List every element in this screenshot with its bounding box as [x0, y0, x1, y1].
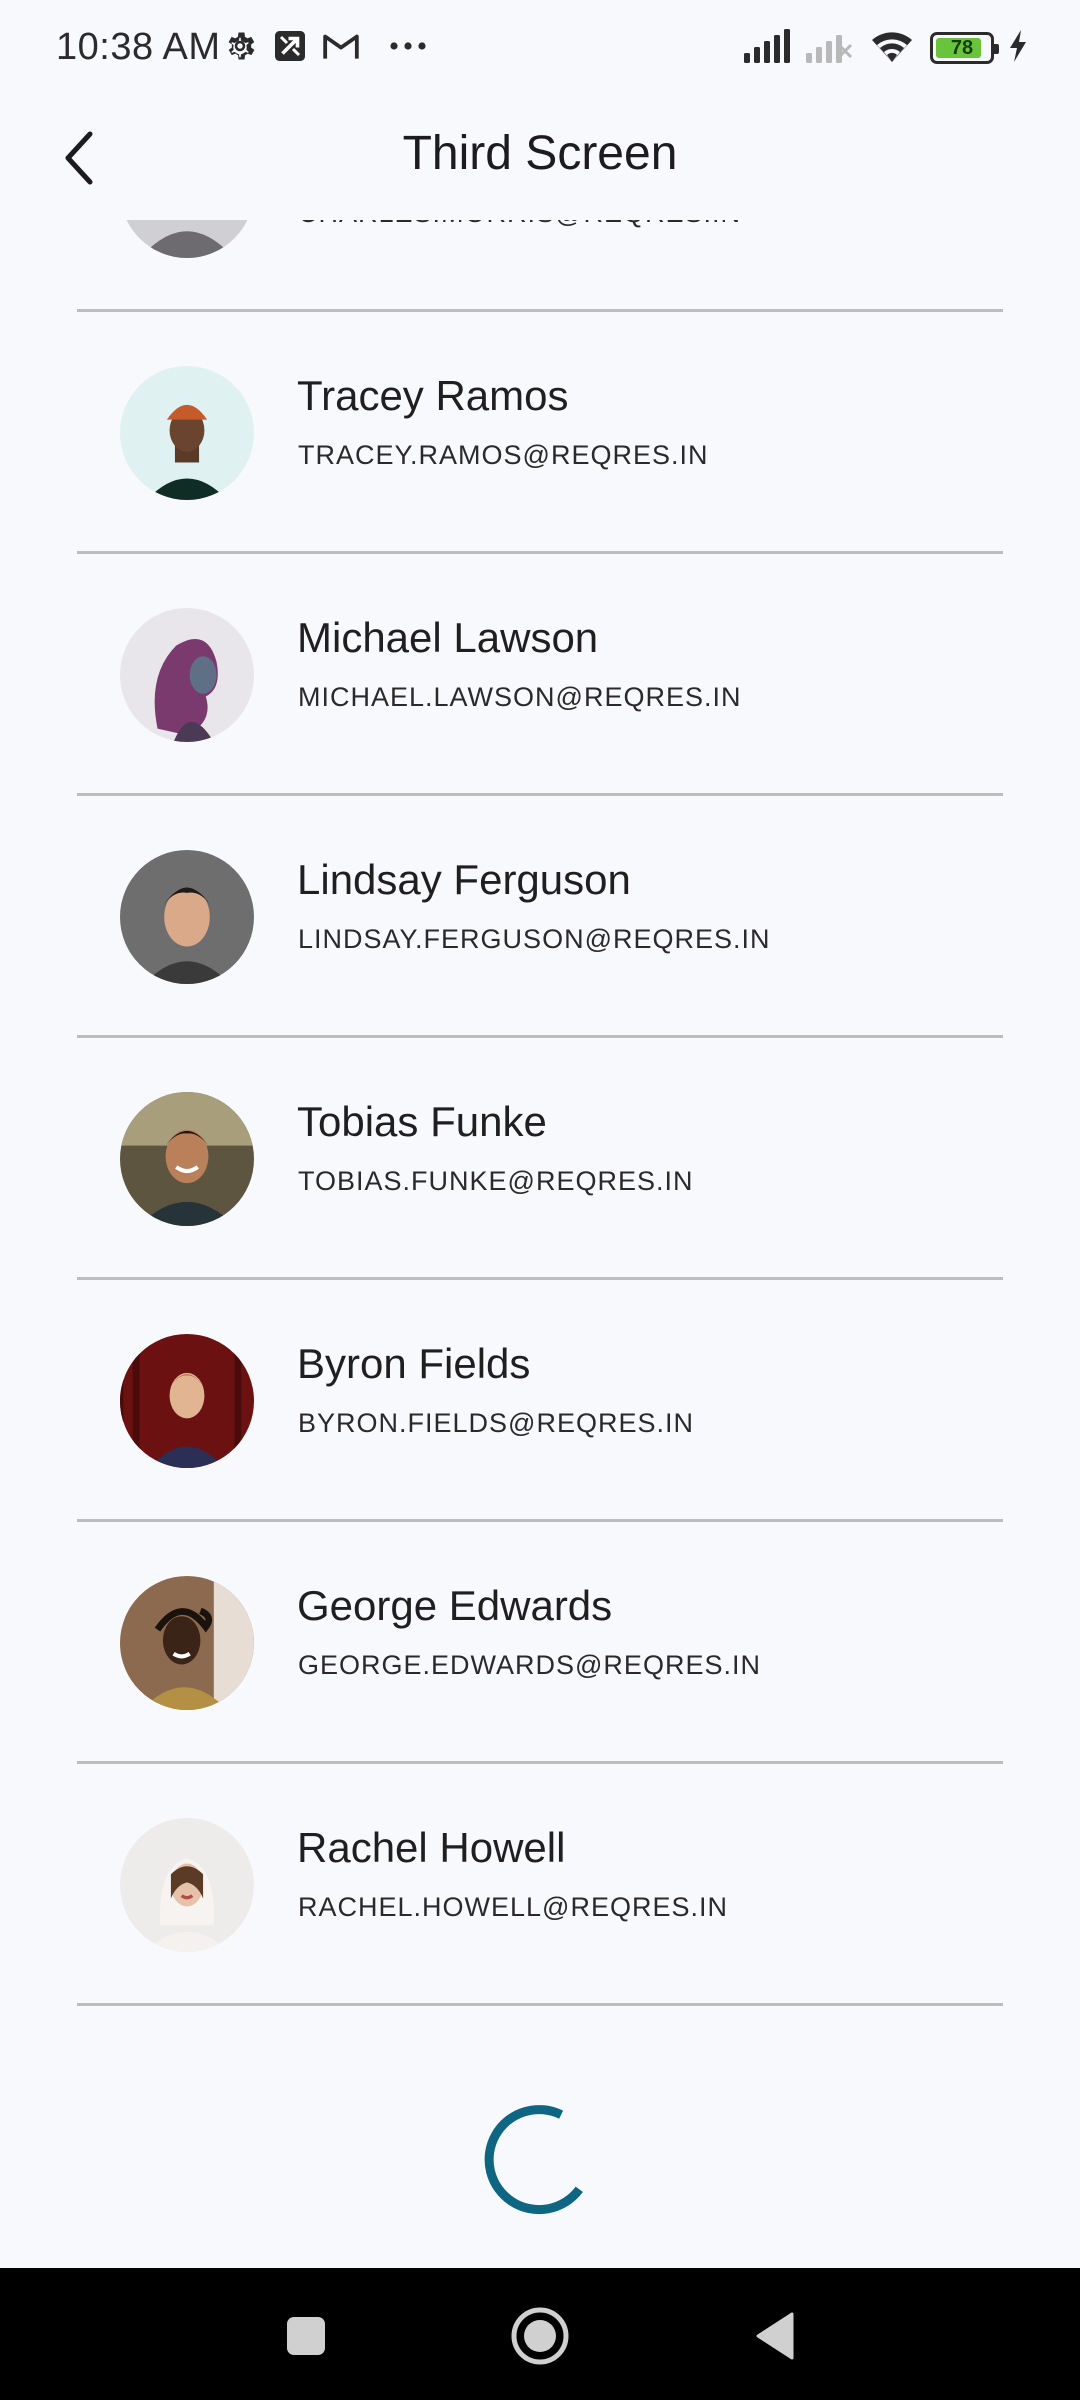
user-name: Rachel Howell: [297, 1824, 566, 1871]
wifi-icon: [868, 28, 916, 69]
user-row[interactable]: Byron Fields BYRON.FIELDS@REQRES.IN: [0, 1280, 1080, 1522]
user-name: Tobias Funke: [297, 1098, 547, 1145]
user-email: LINDSAY.FERGUSON@REQRES.IN: [298, 924, 771, 954]
signal-off-icon: [806, 29, 854, 68]
loading-spinner-icon: [484, 2105, 583, 2215]
user-email: TOBIAS.FUNKE@REQRES.IN: [298, 1166, 694, 1196]
page-title: Third Screen: [402, 127, 678, 180]
status-icons-right: 78: [744, 26, 1028, 70]
status-bar: 10:38 AM 78: [0, 0, 1080, 96]
screen: 10:38 AM 78 Third Screen Tracey Ramos TR…: [0, 0, 1080, 2400]
gmail-icon: [322, 30, 360, 67]
user-avatar: [120, 1092, 254, 1226]
battery-icon: 78: [930, 32, 999, 64]
recents-square-icon: [287, 2317, 325, 2355]
battery-level: 78: [950, 36, 974, 59]
system-nav-bar: [0, 2268, 1080, 2400]
user-email: MICHAEL.LAWSON@REQRES.IN: [298, 682, 742, 712]
user-avatar: [120, 1576, 254, 1710]
user-row[interactable]: Rachel Howell RACHEL.HOWELL@REQRES.IN: [0, 1764, 1080, 2006]
user-list-inner: CHARLES.MORRIS@REQRES.IN Tracey Ramos TR…: [0, 220, 1080, 2006]
user-name: Michael Lawson: [297, 614, 599, 661]
user-name: Tracey Ramos: [297, 372, 569, 419]
home-circle-icon: [511, 2307, 569, 2365]
user-avatar: [120, 1818, 254, 1952]
user-row[interactable]: Michael Lawson MICHAEL.LAWSON@REQRES.IN: [0, 554, 1080, 796]
user-avatar: [120, 220, 254, 258]
user-row[interactable]: CHARLES.MORRIS@REQRES.IN: [0, 220, 1080, 312]
user-email: RACHEL.HOWELL@REQRES.IN: [298, 1892, 728, 1922]
more-dots-icon: [388, 39, 428, 57]
cast-icon: [272, 28, 308, 69]
status-icons-left: [222, 28, 428, 68]
nav-back-button[interactable]: [734, 2296, 814, 2376]
back-triangle-icon: [756, 2312, 794, 2360]
user-avatar: [120, 608, 254, 742]
row-divider: [77, 2003, 1003, 2006]
user-name: Byron Fields: [297, 1340, 531, 1387]
user-email: BYRON.FIELDS@REQRES.IN: [298, 1408, 694, 1438]
user-email: CHARLES.MORRIS@REQRES.IN: [298, 220, 741, 229]
user-avatar: [120, 1334, 254, 1468]
recents-button[interactable]: [266, 2296, 346, 2376]
app-bar: Third Screen: [0, 96, 1080, 220]
settings-gear-icon: [222, 28, 258, 69]
charging-bolt-icon: [1008, 29, 1028, 67]
user-list[interactable]: CHARLES.MORRIS@REQRES.IN Tracey Ramos TR…: [0, 220, 1080, 2268]
user-avatar: [120, 366, 254, 500]
user-email: GEORGE.EDWARDS@REQRES.IN: [298, 1650, 761, 1680]
user-row[interactable]: George Edwards GEORGE.EDWARDS@REQRES.IN: [0, 1522, 1080, 1764]
home-button[interactable]: [500, 2296, 580, 2376]
battery-cap: [994, 44, 999, 54]
status-time: 10:38 AM: [56, 26, 221, 68]
user-row[interactable]: Lindsay Ferguson LINDSAY.FERGUSON@REQRES…: [0, 796, 1080, 1038]
user-row[interactable]: Tracey Ramos TRACEY.RAMOS@REQRES.IN: [0, 312, 1080, 554]
user-row[interactable]: Tobias Funke TOBIAS.FUNKE@REQRES.IN: [0, 1038, 1080, 1280]
signal-icon: [744, 28, 792, 68]
user-name: George Edwards: [297, 1582, 613, 1629]
user-email: TRACEY.RAMOS@REQRES.IN: [298, 440, 709, 470]
user-name: Lindsay Ferguson: [297, 856, 631, 903]
user-avatar: [120, 850, 254, 984]
